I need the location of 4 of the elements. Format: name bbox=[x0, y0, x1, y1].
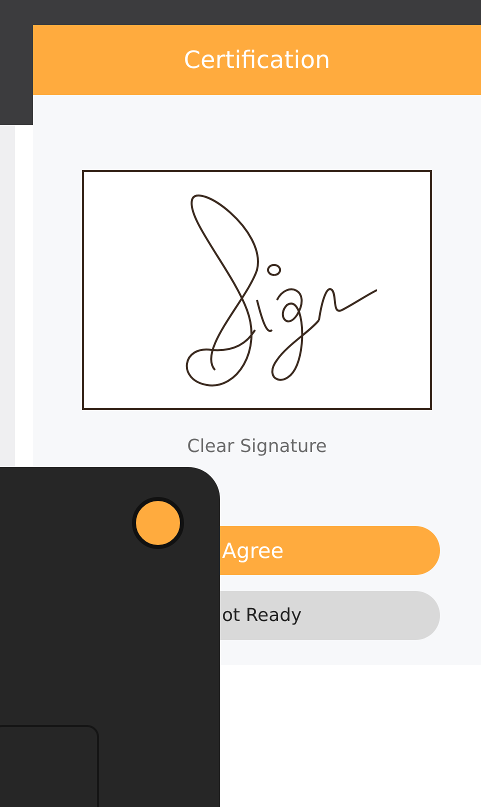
not-ready-button[interactable]: ot Ready bbox=[220, 591, 440, 640]
clear-signature-link[interactable]: Clear Signature bbox=[187, 436, 327, 457]
signature-pad[interactable] bbox=[82, 170, 432, 410]
header-title: Certification bbox=[184, 46, 330, 74]
